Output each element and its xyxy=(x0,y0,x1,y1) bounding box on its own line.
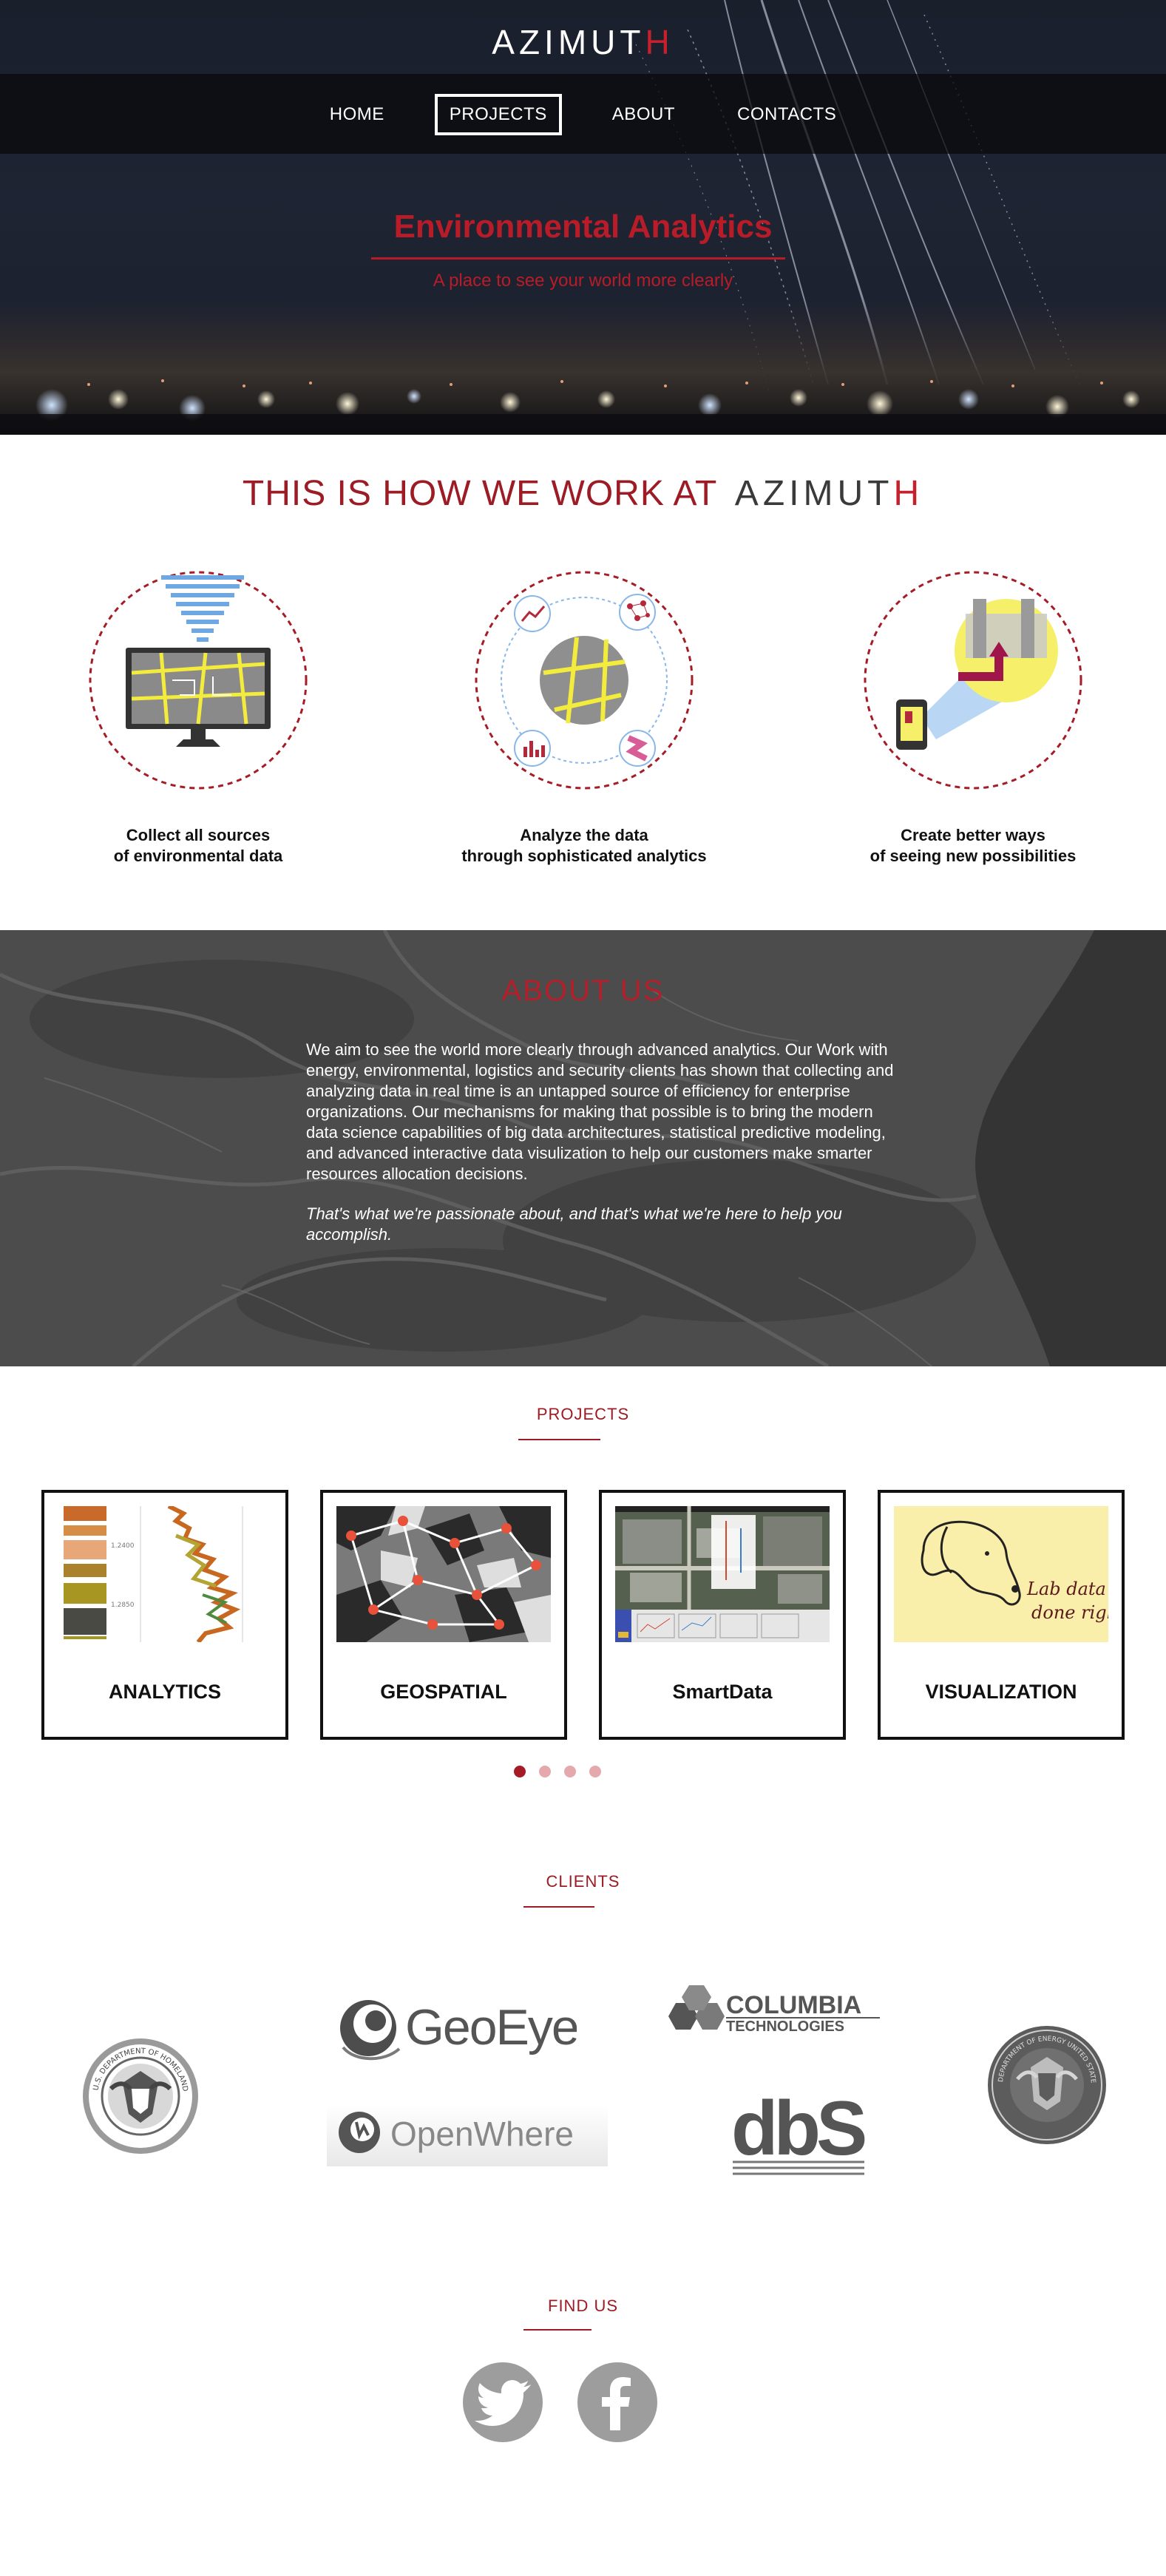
project-card-smartdata[interactable]: SmartData xyxy=(599,1490,846,1740)
clients-heading: CLIENTS xyxy=(546,1872,620,1891)
step-analyze-caption: Analyze the data through sophisticated a… xyxy=(461,826,707,865)
project-card-label: GEOSPATIAL xyxy=(380,1681,507,1703)
pagination-dot-2[interactable] xyxy=(539,1766,551,1777)
twitter-link[interactable] xyxy=(463,2362,543,2442)
nav-item-home[interactable]: HOME xyxy=(318,97,396,132)
geoeye-logo[interactable]: GeoEye xyxy=(333,1985,580,2067)
hero-subtitle: A place to see your world more clearly xyxy=(433,271,733,291)
step-collect: Collect all sources of environmental dat… xyxy=(43,569,353,867)
logo[interactable]: AZIMUTH xyxy=(0,22,1166,62)
dbs-text: dbS xyxy=(731,2086,865,2172)
about-section: ABOUT US We aim to see the world more cl… xyxy=(0,930,1166,1366)
project-card-geospatial[interactable]: GEOSPATIAL xyxy=(320,1490,567,1740)
department-of-energy-seal[interactable]: DEPARTMENT OF ENERGY UNITED STATES OF AM… xyxy=(983,2019,1108,2146)
data-collection-monitor-icon xyxy=(87,569,309,791)
pagination-dot-3[interactable] xyxy=(564,1766,576,1777)
nav-item-contacts[interactable]: CONTACTS xyxy=(725,97,848,132)
clients-heading-underline xyxy=(523,1906,594,1908)
columbia-technologies-logo[interactable]: COLUMBIA TECHNOLOGIES xyxy=(658,1985,887,2047)
lab-data-text: Lab data xyxy=(1026,1579,1106,1599)
project-card-label: SmartData xyxy=(672,1681,773,1703)
logo-text: AZIMUTH xyxy=(492,23,674,61)
step-analyze: Analyze the data through sophisticated a… xyxy=(429,569,739,867)
done-right-text: done right. xyxy=(1031,1602,1108,1623)
geoeye-text: GeoEye xyxy=(405,1999,577,2055)
analytics-network-icon xyxy=(473,569,695,791)
how-we-work-title: THIS IS HOW WE WORK AT AZIMUTH xyxy=(0,473,1166,514)
project-card-analytics[interactable]: 1.2400 1.2850 ANALYTICS xyxy=(41,1490,288,1740)
columbia-text: COLUMBIA xyxy=(726,1991,861,2019)
homeland-security-seal[interactable]: U.S. DEPARTMENT OF HOMELAND SECURITY xyxy=(78,2031,200,2155)
openwhere-logo[interactable]: OpenWhere xyxy=(327,2100,608,2171)
projects-pagination xyxy=(514,1766,601,1777)
about-tagline: That's what we're passionate about, and … xyxy=(306,1204,842,1244)
mobile-map-view-icon xyxy=(862,569,1084,791)
well-log-chart-thumbnail: 1.2400 1.2850 xyxy=(58,1506,272,1642)
facebook-icon xyxy=(602,2377,631,2430)
lab-dog-sketch-thumbnail: Lab data done right. xyxy=(894,1506,1108,1642)
analytics-tick-1: 1.2400 xyxy=(111,1542,135,1550)
how-we-work-heading: THIS IS HOW WE WORK AT xyxy=(242,474,717,513)
projects-heading: PROJECTS xyxy=(536,1405,630,1423)
nav-item-projects[interactable]: PROJECTS xyxy=(434,94,562,135)
step-collect-caption: Collect all sources of environmental dat… xyxy=(113,826,283,865)
project-card-label: VISUALIZATION xyxy=(925,1681,1077,1703)
hero-title-underline xyxy=(371,257,785,260)
openwhere-text: OpenWhere xyxy=(390,2115,574,2153)
facebook-link[interactable] xyxy=(577,2362,657,2442)
find-us-heading-underline xyxy=(523,2329,592,2331)
page: AZIMUTH HOME PROJECTS ABOUT CONTACTS Env… xyxy=(0,0,1166,2576)
technologies-text: TECHNOLOGIES xyxy=(726,2019,844,2035)
nav-item-about[interactable]: ABOUT xyxy=(600,97,687,132)
project-card-visualization[interactable]: Lab data done right. VISUALIZATION xyxy=(878,1490,1125,1740)
step-create: Create better ways of seeing new possibi… xyxy=(818,569,1128,867)
hero: AZIMUTH HOME PROJECTS ABOUT CONTACTS Env… xyxy=(0,0,1166,435)
terrain-network-map-thumbnail xyxy=(336,1506,551,1642)
project-card-label: ANALYTICS xyxy=(108,1681,222,1703)
about-title: ABOUT US xyxy=(501,975,665,1007)
find-us-heading: FIND US xyxy=(548,2297,618,2315)
pagination-dot-1[interactable] xyxy=(514,1766,526,1777)
nav-list: HOME PROJECTS ABOUT CONTACTS xyxy=(0,94,1166,135)
about-body: We aim to see the world more clearly thr… xyxy=(306,1040,904,1245)
projects-heading-underline xyxy=(518,1439,600,1440)
brand-logo-text: AZIMUTH xyxy=(734,474,924,513)
analytics-tick-2: 1.2850 xyxy=(111,1601,135,1609)
pagination-dot-4[interactable] xyxy=(589,1766,601,1777)
main-navigation: HOME PROJECTS ABOUT CONTACTS xyxy=(0,74,1166,154)
twitter-icon xyxy=(475,2380,531,2426)
aerial-dashboard-thumbnail xyxy=(615,1506,830,1642)
about-paragraph: We aim to see the world more clearly thr… xyxy=(306,1040,894,1183)
dbs-logo[interactable]: dbS xyxy=(728,2085,870,2181)
hero-title: Environmental Analytics xyxy=(393,209,773,245)
step-create-caption: Create better ways of seeing new possibi… xyxy=(870,826,1077,865)
